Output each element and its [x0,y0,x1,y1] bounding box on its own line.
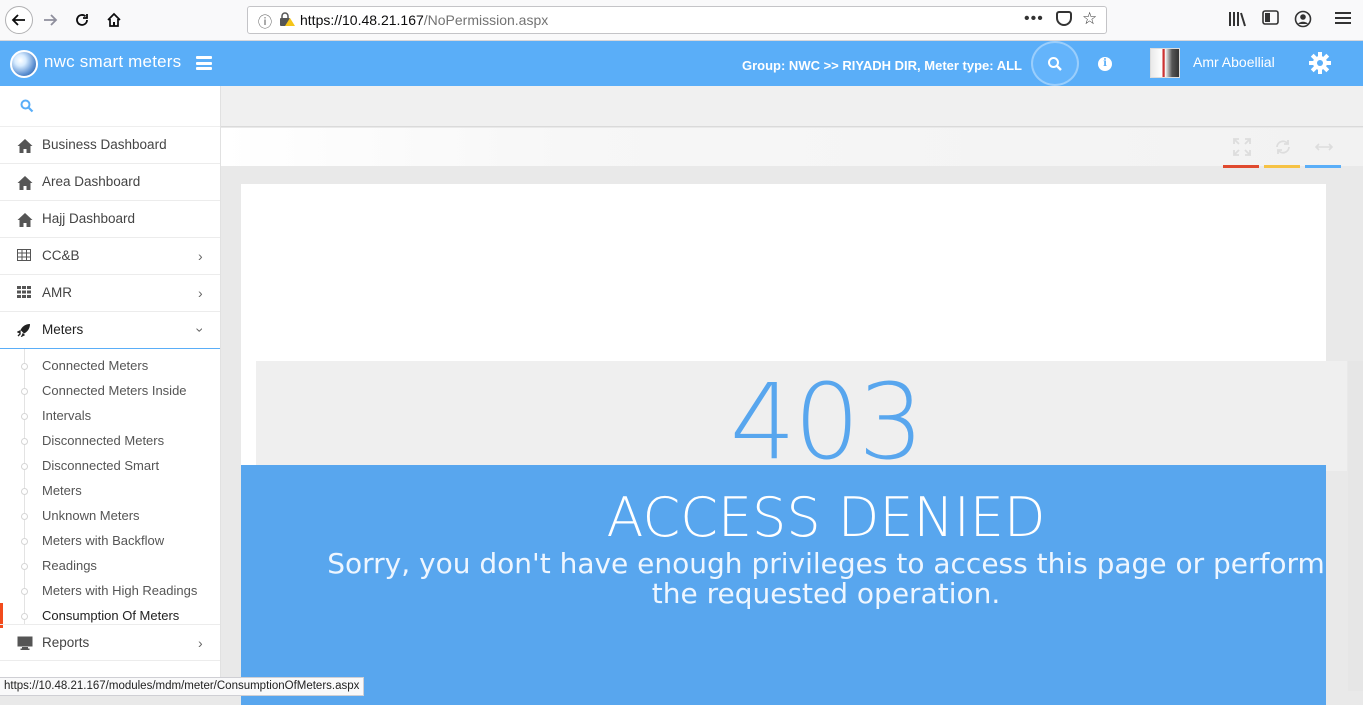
submenu-item-continuation[interactable]: Intervals [0,403,220,428]
group-selection[interactable]: Group: NWC >> RIYADH DIR, Meter type: AL… [742,58,1022,73]
library-icon[interactable] [1228,10,1248,32]
meters-submenu: Connected Meters Connected Meters Inside… [0,349,220,628]
submenu-item[interactable]: Unknown Meters [0,503,220,528]
arrow-right-icon [44,14,58,26]
home-icon [17,138,33,154]
monitor-icon [17,636,33,652]
sidebar-item-ccb[interactable]: CC&B › [0,238,220,275]
sidebar-item-meters[interactable]: Meters › [0,312,220,349]
sidebar-item-label: Meters [42,322,84,337]
submenu-item[interactable]: Disconnected Smart [0,453,220,478]
avatar[interactable] [1150,48,1180,78]
sidebar-item-label: Business Dashboard [42,137,167,152]
portlet-toolbar [221,128,1363,168]
submenu-item[interactable]: Connected Meters [0,353,220,378]
header-search-button[interactable] [1031,41,1079,86]
fullscreen-button[interactable] [1223,136,1260,168]
page-actions-icon[interactable]: ••• [1024,10,1044,28]
chevron-right-icon: › [198,248,203,264]
user-name[interactable]: Amr Aboellial [1193,54,1275,70]
sidebar-item-area-dashboard[interactable]: Area Dashboard [0,164,220,201]
submenu-item-continuation[interactable]: Readings [0,553,220,578]
reload-button[interactable] [68,6,96,34]
submenu-item[interactable]: Meters with High Readings [0,578,220,603]
info-icon[interactable]: i [1098,57,1112,71]
status-bar-url: https://10.48.21.167/modules/mdm/meter/C… [0,677,365,696]
arrow-left-icon [11,14,25,26]
globe-logo-icon [10,50,38,78]
bookmark-star-icon[interactable]: ☆ [1082,9,1097,29]
app-header: nwc smart meters Group: NWC >> RIYADH DI… [0,41,1363,86]
search-icon [1048,56,1062,71]
collapse-button[interactable] [1305,136,1342,168]
sidebar-item-label: Area Dashboard [42,174,141,189]
sidebar-toggle-icon[interactable] [1262,10,1280,30]
chevron-right-icon: › [198,285,203,301]
browser-toolbar: ⓘ https://10.48.21.167/NoPermission.aspx… [0,0,1363,41]
error-message: Sorry, you don't have enough privileges … [327,547,1325,610]
back-button[interactable] [5,6,33,34]
address-bar[interactable]: ⓘ https://10.48.21.167/NoPermission.aspx… [247,6,1107,34]
menu-icon[interactable] [1335,10,1351,29]
home-icon [17,175,33,191]
sidebar-search[interactable] [0,86,220,127]
lock-warning-icon[interactable] [278,11,295,30]
chevron-right-icon: › [198,635,203,651]
sidebar-item-label: Hajj Dashboard [42,211,136,226]
refresh-button[interactable] [1264,136,1301,168]
search-icon [20,98,34,117]
sidebar-item-label: AMR [42,285,72,300]
grid-icon [17,286,33,302]
submenu-item[interactable]: Meters with Backflow [0,528,220,553]
pocket-icon[interactable] [1056,11,1072,26]
info-icon[interactable]: ⓘ [258,12,272,32]
home-button[interactable] [100,6,128,34]
sidebar: Business Dashboard Area Dashboard Hajj D… [0,86,221,686]
submenu-item-continuation[interactable]: Meters [0,478,220,503]
brand-name[interactable]: nwc smart meters [44,52,181,72]
forward-button[interactable] [36,6,64,34]
error-title: ACCESS DENIED [606,486,1046,549]
url-text: https://10.48.21.167/NoPermission.aspx [300,12,549,28]
submenu-item[interactable]: Disconnected Meters [0,428,220,453]
refresh-icon [1274,138,1292,161]
fullscreen-icon [1233,138,1251,161]
sidebar-item-label: CC&B [42,248,80,263]
chevron-down-icon: › [192,327,209,333]
table-icon [17,249,33,265]
collapse-icon [1314,138,1334,161]
account-icon[interactable] [1294,10,1312,32]
rocket-icon [16,323,33,339]
error-code: 403 [729,361,925,483]
sidebar-item-reports[interactable]: Reports › [0,624,220,661]
submenu-item[interactable]: Connected Meters Inside [0,378,220,403]
reload-icon [76,14,88,26]
gear-icon[interactable] [1308,51,1332,79]
sidebar-item-business-dashboard[interactable]: Business Dashboard [0,127,220,164]
hamburger-menu-icon[interactable] [196,56,212,70]
sidebar-item-amr[interactable]: AMR › [0,275,220,312]
page-header-strip [221,86,1363,127]
home-icon [17,212,33,228]
sidebar-item-label: Reports [42,635,90,650]
home-icon [107,12,121,27]
sidebar-item-hajj-dashboard[interactable]: Hajj Dashboard [0,201,220,238]
